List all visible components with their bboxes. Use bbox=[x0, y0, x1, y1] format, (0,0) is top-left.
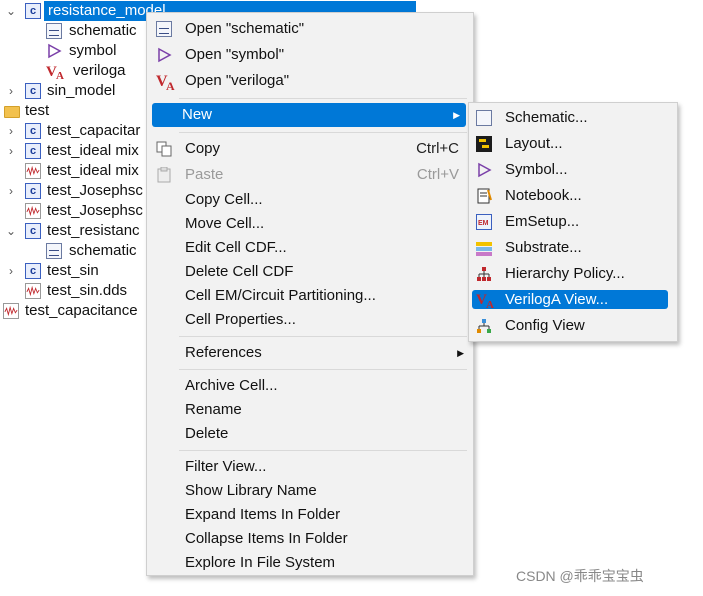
svg-text:A: A bbox=[166, 79, 175, 91]
submenu-item-layout[interactable]: Layout... bbox=[472, 132, 674, 156]
menu-item-delete-cell-cdf[interactable]: Delete Cell CDF bbox=[150, 260, 470, 284]
menu-item-copy-cell[interactable]: Copy Cell... bbox=[150, 188, 470, 212]
submenu-arrow-icon: ▶ bbox=[457, 348, 464, 358]
symbol-icon bbox=[478, 162, 492, 178]
menu-separator bbox=[179, 336, 467, 337]
menu-item-expand-items[interactable]: Expand Items In Folder bbox=[150, 503, 470, 527]
waveform-icon bbox=[3, 303, 19, 319]
menu-item-explore-file-system[interactable]: Explore In File System bbox=[150, 551, 470, 575]
layout-icon bbox=[476, 136, 492, 152]
cell-icon: c bbox=[25, 123, 41, 139]
cell-icon: c bbox=[25, 223, 41, 239]
paste-icon bbox=[157, 167, 171, 183]
tree-label: test_capacitance bbox=[25, 302, 138, 319]
cell-icon: c bbox=[25, 263, 41, 279]
menu-item-archive-cell[interactable]: Archive Cell... bbox=[150, 374, 470, 398]
tree-label: test_resistanc bbox=[47, 222, 140, 239]
waveform-icon bbox=[25, 163, 41, 179]
schematic-icon bbox=[46, 243, 62, 259]
tree-label: schematic bbox=[69, 242, 137, 259]
tree-label: sin_model bbox=[47, 82, 116, 99]
veriloga-icon: VA bbox=[156, 73, 175, 91]
new-submenu: Schematic... Layout... Symbol... Noteboo… bbox=[468, 102, 678, 342]
submenu-item-symbol[interactable]: Symbol... bbox=[472, 158, 674, 182]
submenu-item-veriloga-view[interactable]: VA VerilogA View... bbox=[472, 290, 668, 309]
hierarchy-icon bbox=[477, 267, 491, 281]
notebook-icon bbox=[477, 188, 492, 204]
chevron-right-icon[interactable]: › bbox=[6, 121, 16, 141]
chevron-right-icon[interactable]: › bbox=[6, 261, 16, 281]
watermark: CSDN @乖乖宝宝虫 bbox=[516, 568, 644, 584]
submenu-item-hierarchy-policy[interactable]: Hierarchy Policy... bbox=[472, 262, 674, 286]
menu-item-open-symbol[interactable]: Open "symbol" bbox=[150, 43, 470, 67]
menu-item-references[interactable]: References ▶ bbox=[150, 341, 470, 365]
cell-icon: c bbox=[25, 83, 41, 99]
schematic-icon bbox=[156, 21, 172, 37]
menu-item-cell-properties[interactable]: Cell Properties... bbox=[150, 308, 470, 332]
chevron-right-icon[interactable]: › bbox=[6, 181, 16, 201]
veriloga-icon: VA bbox=[476, 292, 494, 309]
submenu-item-notebook[interactable]: Notebook... bbox=[472, 184, 674, 208]
tree-label: test_ideal mix bbox=[47, 162, 139, 179]
svg-text:A: A bbox=[56, 70, 64, 80]
schematic-icon bbox=[476, 110, 492, 126]
submenu-item-schematic[interactable]: Schematic... bbox=[472, 106, 674, 130]
menu-item-paste[interactable]: Paste Ctrl+V bbox=[150, 163, 470, 187]
em-icon: EM bbox=[476, 214, 492, 230]
svg-text:EM: EM bbox=[478, 220, 489, 227]
menu-item-copy[interactable]: Copy Ctrl+C bbox=[150, 137, 470, 161]
menu-item-new[interactable]: New ▶ bbox=[152, 103, 466, 127]
menu-item-filter-view[interactable]: Filter View... bbox=[150, 455, 470, 479]
tree-label: test_Josephsc bbox=[47, 182, 143, 199]
menu-separator bbox=[179, 132, 467, 133]
menu-item-cell-em-partitioning[interactable]: Cell EM/Circuit Partitioning... bbox=[150, 284, 470, 308]
folder-icon bbox=[4, 106, 20, 118]
tree-label: veriloga bbox=[73, 62, 126, 79]
menu-separator bbox=[179, 450, 467, 451]
waveform-icon bbox=[25, 203, 41, 219]
menu-item-delete[interactable]: Delete bbox=[150, 422, 470, 446]
chevron-down-icon[interactable]: ⌄ bbox=[6, 1, 16, 21]
tree-label: test_Josephsc bbox=[47, 202, 143, 219]
menu-item-show-library-name[interactable]: Show Library Name bbox=[150, 479, 470, 503]
menu-item-move-cell[interactable]: Move Cell... bbox=[150, 212, 470, 236]
veriloga-icon: VA bbox=[46, 64, 64, 80]
tree-label: test_capacitar bbox=[47, 122, 141, 139]
cell-icon: c bbox=[25, 3, 41, 19]
submenu-item-config-view[interactable]: Config View bbox=[472, 314, 674, 338]
substrate-icon bbox=[476, 242, 492, 256]
menu-item-open-veriloga[interactable]: VA Open "veriloga" bbox=[150, 69, 470, 93]
waveform-icon bbox=[25, 283, 41, 299]
tree-label: schematic bbox=[69, 22, 137, 39]
menu-separator bbox=[179, 98, 467, 99]
chevron-right-icon[interactable]: › bbox=[6, 81, 16, 101]
cell-icon: c bbox=[25, 143, 41, 159]
chevron-down-icon[interactable]: ⌄ bbox=[6, 221, 16, 241]
tree-label: test_ideal mix bbox=[47, 142, 139, 159]
menu-separator bbox=[179, 369, 467, 370]
menu-item-rename[interactable]: Rename bbox=[150, 398, 470, 422]
tree-label: test bbox=[25, 102, 50, 119]
cell-icon: c bbox=[25, 183, 41, 199]
schematic-icon bbox=[46, 23, 62, 39]
symbol-icon bbox=[158, 47, 172, 63]
tree-label: symbol bbox=[69, 42, 117, 59]
menu-item-open-schematic[interactable]: Open "schematic" bbox=[150, 17, 470, 41]
context-menu: Open "schematic" Open "symbol" VA Open "… bbox=[146, 12, 474, 576]
menu-item-edit-cell-cdf[interactable]: Edit Cell CDF... bbox=[150, 236, 470, 260]
submenu-item-emsetup[interactable]: EM EmSetup... bbox=[472, 210, 674, 234]
tree-label: test_sin bbox=[47, 262, 99, 279]
svg-text:A: A bbox=[486, 299, 494, 309]
tree-label: test_sin.dds bbox=[47, 282, 128, 299]
menu-item-collapse-items[interactable]: Collapse Items In Folder bbox=[150, 527, 470, 551]
chevron-right-icon[interactable]: › bbox=[6, 141, 16, 161]
symbol-icon bbox=[48, 43, 62, 59]
submenu-arrow-icon: ▶ bbox=[453, 110, 460, 120]
copy-icon bbox=[156, 141, 172, 157]
submenu-item-substrate[interactable]: Substrate... bbox=[472, 236, 674, 260]
config-icon bbox=[477, 319, 491, 333]
